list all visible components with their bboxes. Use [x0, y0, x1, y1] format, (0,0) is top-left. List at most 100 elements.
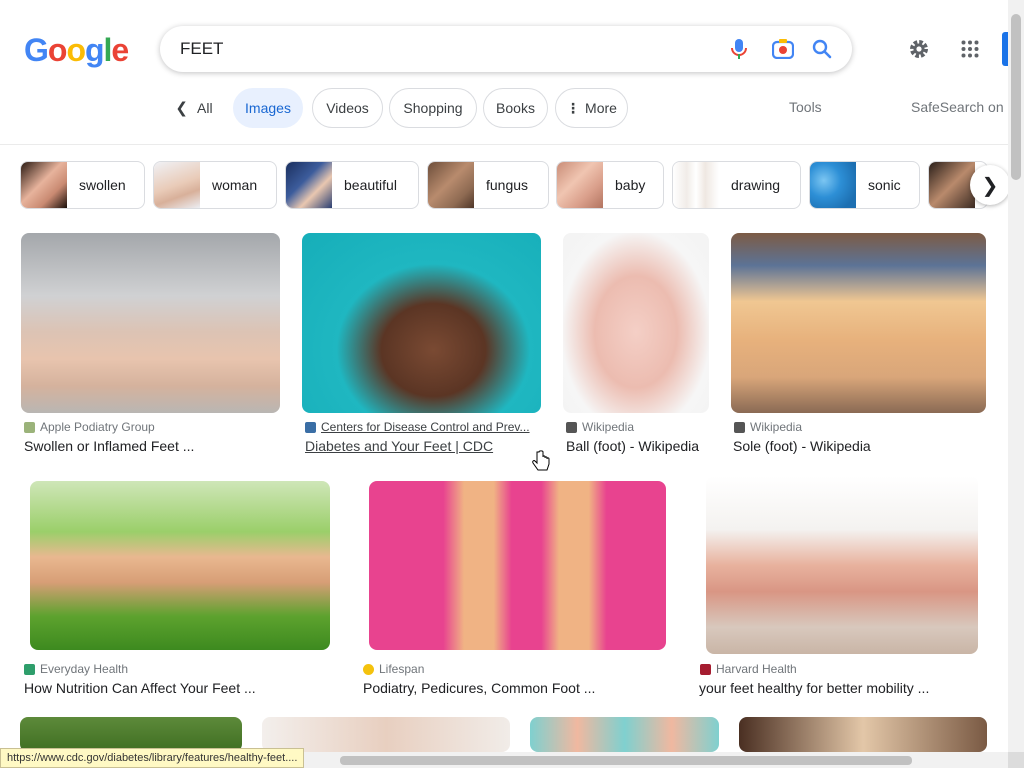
- search-input[interactable]: FEET: [180, 39, 223, 59]
- chip-label: swollen: [79, 177, 126, 193]
- result-source[interactable]: Centers for Disease Control and Prev...: [305, 420, 530, 434]
- chip-thumbnail: [21, 162, 67, 208]
- result-image[interactable]: [739, 717, 987, 752]
- chevron-right-icon: ❯: [981, 174, 999, 197]
- tab-images[interactable]: Images: [233, 88, 303, 128]
- result-image[interactable]: [21, 233, 280, 413]
- safesearch-button[interactable]: SafeSearch on: [911, 99, 1004, 115]
- result-image[interactable]: [30, 481, 330, 650]
- tab-books-label: Books: [496, 100, 535, 116]
- scrollbar-corner: [1008, 752, 1024, 768]
- search-box[interactable]: FEET: [160, 26, 852, 72]
- result-source-label: Wikipedia: [750, 420, 803, 434]
- result-image[interactable]: [530, 717, 719, 752]
- tab-more-label: More: [585, 100, 617, 116]
- tab-shopping[interactable]: Shopping: [389, 88, 477, 128]
- result-source[interactable]: Wikipedia: [734, 420, 802, 434]
- result-source[interactable]: Everyday Health: [24, 662, 128, 676]
- related-chip-woman[interactable]: woman: [153, 161, 277, 209]
- header-divider: [0, 144, 1008, 145]
- chips-next-button[interactable]: ❯: [970, 165, 1010, 205]
- result-title[interactable]: How Nutrition Can Affect Your Feet ...: [24, 680, 256, 696]
- result-image[interactable]: [731, 233, 986, 413]
- camera-lens-icon[interactable]: [771, 37, 795, 61]
- result-title[interactable]: Podiatry, Pedicures, Common Foot ...: [363, 680, 595, 696]
- chevron-left-icon: ❮: [175, 100, 188, 117]
- result-source-label: Harvard Health: [716, 662, 797, 676]
- related-chip-swollen[interactable]: swollen: [20, 161, 145, 209]
- chip-label: sonic: [868, 177, 901, 193]
- chip-thumbnail: [810, 162, 856, 208]
- chip-thumbnail: [286, 162, 332, 208]
- search-icon[interactable]: [810, 37, 834, 61]
- related-chip-sonic[interactable]: sonic: [809, 161, 920, 209]
- logo-letter: e: [111, 32, 129, 68]
- result-source-label: Wikipedia: [582, 420, 635, 434]
- chip-thumbnail: [557, 162, 603, 208]
- wikipedia-icon: [566, 421, 577, 433]
- result-title[interactable]: your feet healthy for better mobility ..…: [699, 680, 929, 696]
- horizontal-scrollbar-thumb[interactable]: [340, 756, 912, 765]
- result-source[interactable]: Harvard Health: [700, 662, 797, 676]
- tab-shopping-label: Shopping: [403, 100, 463, 116]
- result-image[interactable]: [20, 717, 242, 752]
- logo-letter: o: [47, 32, 68, 68]
- chip-thumbnail: [154, 162, 200, 208]
- result-source[interactable]: Wikipedia: [566, 420, 634, 434]
- chip-thumbnail: [428, 162, 474, 208]
- chip-thumbnail: [929, 162, 975, 208]
- result-title[interactable]: Diabetes and Your Feet | CDC: [305, 438, 493, 454]
- apps-grid-icon[interactable]: [957, 36, 983, 62]
- result-source-label: Lifespan: [379, 662, 425, 676]
- result-image[interactable]: [302, 233, 541, 413]
- related-chip-fungus[interactable]: fungus: [427, 161, 549, 209]
- logo-letter: l: [103, 32, 113, 68]
- chip-label: drawing: [731, 177, 781, 193]
- tab-videos[interactable]: Videos: [312, 88, 383, 128]
- result-image[interactable]: [563, 233, 709, 413]
- result-title[interactable]: Sole (foot) - Wikipedia: [733, 438, 871, 454]
- tab-images-label: Images: [245, 100, 291, 116]
- chip-label: woman: [212, 177, 258, 193]
- search-tabs: ❮ All Images Videos Shopping Books ⋮ More …: [0, 88, 1008, 128]
- result-title[interactable]: Swollen or Inflamed Feet ...: [24, 438, 194, 454]
- logo-letter: g: [84, 32, 105, 68]
- chip-label: beautiful: [344, 177, 397, 193]
- favicon-icon: [363, 663, 374, 675]
- result-image[interactable]: [706, 476, 978, 654]
- related-chip-drawing[interactable]: drawing: [672, 161, 801, 209]
- result-source[interactable]: Apple Podiatry Group: [24, 420, 155, 434]
- tab-books[interactable]: Books: [483, 88, 548, 128]
- gear-icon[interactable]: [906, 36, 932, 62]
- more-vert-icon: ⋮: [566, 99, 581, 116]
- wikipedia-icon: [734, 421, 745, 433]
- related-chip-beautiful[interactable]: beautiful: [285, 161, 419, 209]
- tab-videos-label: Videos: [326, 100, 369, 116]
- result-title[interactable]: Ball (foot) - Wikipedia: [566, 438, 699, 454]
- result-image[interactable]: [369, 481, 666, 650]
- result-image[interactable]: [262, 717, 510, 752]
- status-bar-url: https://www.cdc.gov/diabetes/library/fea…: [0, 748, 305, 768]
- tools-button[interactable]: Tools: [789, 99, 822, 115]
- tab-all-label: All: [197, 100, 213, 116]
- result-source-label: Apple Podiatry Group: [40, 420, 155, 434]
- logo-letter: G: [24, 32, 49, 68]
- vertical-scrollbar-thumb[interactable]: [1011, 14, 1021, 180]
- favicon-icon: [24, 421, 35, 433]
- logo-letter: o: [66, 32, 86, 68]
- favicon-icon: [305, 421, 316, 433]
- tab-more[interactable]: ⋮ More: [555, 88, 628, 128]
- related-chip-baby[interactable]: baby: [556, 161, 664, 209]
- result-source-label: Everyday Health: [40, 662, 129, 676]
- tab-all[interactable]: ❮ All: [168, 88, 220, 128]
- favicon-icon: [700, 663, 711, 675]
- hand-cursor-icon: [532, 450, 550, 471]
- favicon-icon: [24, 663, 35, 675]
- chip-thumbnail: [673, 162, 719, 208]
- result-source-label: Centers for Disease Control and Prev...: [321, 420, 530, 434]
- result-source[interactable]: Lifespan: [363, 662, 424, 676]
- microphone-icon[interactable]: [727, 37, 751, 61]
- google-logo[interactable]: Google: [24, 32, 129, 69]
- chip-label: fungus: [486, 177, 529, 193]
- chip-label: baby: [615, 177, 646, 193]
